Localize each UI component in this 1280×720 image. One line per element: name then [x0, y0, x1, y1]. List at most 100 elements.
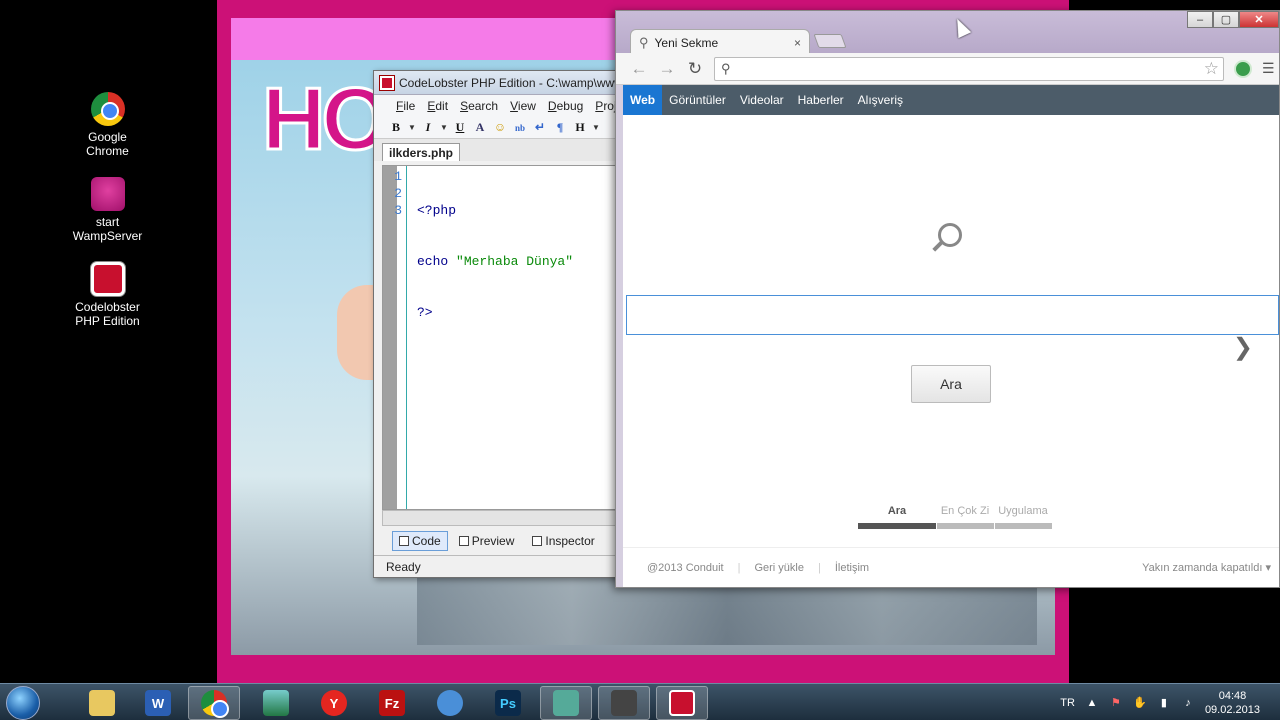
- maximize-button[interactable]: ▢: [1213, 11, 1239, 28]
- bold-icon[interactable]: B: [388, 120, 404, 136]
- search-category-news[interactable]: Haberler: [791, 85, 851, 115]
- paragraph-icon[interactable]: ¶: [552, 120, 568, 136]
- italic-icon[interactable]: I: [420, 120, 436, 136]
- back-arrow-icon[interactable]: ←: [630, 59, 648, 79]
- file-tab-ilkders[interactable]: ilkders.php: [382, 143, 461, 161]
- close-button[interactable]: ✕: [1239, 11, 1279, 28]
- line-number: 2: [394, 186, 402, 201]
- magnifier-icon: [938, 223, 962, 247]
- emoticon-icon[interactable]: ☺: [492, 120, 508, 136]
- taskbar-app-word[interactable]: W: [132, 686, 184, 720]
- menu-file[interactable]: File: [396, 99, 415, 113]
- view-tabs: Code Preview Inspector: [382, 530, 624, 552]
- device-icon[interactable]: ✋: [1133, 696, 1147, 710]
- tab-yeni-sekme[interactable]: ⚲ Yeni Sekme ×: [630, 29, 810, 55]
- next-arrow-icon[interactable]: ❯: [1233, 333, 1253, 362]
- language-indicator[interactable]: TR: [1060, 697, 1075, 709]
- taskbar-app-image-viewer[interactable]: [250, 686, 302, 720]
- code-editor[interactable]: 1 2 3 <?php echo "Merhaba Dünya" ?>: [382, 165, 624, 510]
- photoshop-icon: Ps: [495, 690, 521, 716]
- system-tray: TR ▲ ⚑ ✋ ▮ ♪ 04:48 09.02.2013: [1060, 684, 1280, 720]
- minimize-button[interactable]: ‒: [1187, 11, 1213, 28]
- nonbreaking-space-icon[interactable]: nb: [512, 120, 528, 136]
- menu-edit[interactable]: Edit: [427, 99, 448, 113]
- taskbar-app-codelobster[interactable]: [656, 686, 708, 720]
- filezilla-icon: Fz: [379, 690, 405, 716]
- tab-inspector[interactable]: Inspector: [525, 531, 601, 551]
- close-tab-icon[interactable]: ×: [794, 36, 801, 50]
- inspector-icon: [532, 536, 543, 546]
- desktop-icon-codelobster[interactable]: Codelobster PHP Edition: [70, 262, 145, 328]
- taskbar: W Y Fz Ps TR ▲ ⚑ ✋ ▮ ♪ 04:48 09.02.2013: [0, 683, 1280, 720]
- search-category-shopping[interactable]: Alışveriş: [851, 85, 910, 115]
- chrome-icon: [90, 92, 125, 126]
- reload-icon[interactable]: ↻: [686, 59, 704, 79]
- search-category-videos[interactable]: Videolar: [733, 85, 791, 115]
- navigation-bar: ← → ↻ ⚲ ☆ ☰: [616, 53, 1279, 85]
- taskbar-app-wamp[interactable]: [598, 686, 650, 720]
- contact-link[interactable]: İletişim: [835, 562, 869, 574]
- start-button[interactable]: [6, 686, 40, 720]
- extension-icon[interactable]: [1234, 59, 1252, 78]
- page-tab-indicator: [995, 523, 1052, 529]
- chevron-up-icon[interactable]: ▲: [1085, 696, 1099, 710]
- volume-icon[interactable]: ♪: [1181, 696, 1195, 710]
- tab-preview[interactable]: Preview: [452, 531, 522, 551]
- desktop-icon-label: WampServer: [72, 229, 143, 243]
- taskbar-app-photoshop[interactable]: Ps: [482, 686, 534, 720]
- search-category-images[interactable]: Görüntüler: [662, 85, 733, 115]
- menu-search[interactable]: Search: [460, 99, 498, 113]
- font-color-icon[interactable]: A: [472, 120, 488, 136]
- taskbar-app-explorer[interactable]: [76, 686, 128, 720]
- chevron-down-icon[interactable]: ▼: [408, 123, 416, 132]
- taskbar-app-audio[interactable]: [424, 686, 476, 720]
- page-tab-most-visited[interactable]: En Çok Zi: [936, 505, 994, 517]
- menu-bar: File Edit Search View Debug Proj: [374, 95, 624, 117]
- new-tab-button[interactable]: [813, 34, 847, 48]
- search-button[interactable]: Ara: [911, 365, 991, 403]
- heading-icon[interactable]: H: [572, 120, 588, 136]
- yandex-icon: Y: [321, 690, 347, 716]
- chrome-menu-icon[interactable]: ☰: [1262, 60, 1275, 77]
- search-category-web[interactable]: Web: [623, 85, 663, 115]
- tab-code[interactable]: Code: [392, 531, 448, 551]
- bookmark-star-icon[interactable]: ☆: [1204, 59, 1219, 79]
- recently-closed-dropdown[interactable]: Yakın zamanda kapatıldı ▾: [1142, 561, 1271, 574]
- clock[interactable]: 04:48 09.02.2013: [1205, 689, 1260, 717]
- page-tab-indicator: [936, 523, 995, 529]
- restore-link[interactable]: Geri yükle: [754, 562, 804, 574]
- desktop-icon-wampserver[interactable]: start WampServer: [70, 177, 145, 243]
- menu-project[interactable]: Proj: [595, 99, 616, 113]
- taskbar-app-chrome[interactable]: [188, 686, 240, 720]
- title-bar[interactable]: CodeLobster PHP Edition - C:\wamp\www\: [374, 71, 624, 95]
- line-break-icon[interactable]: ↵: [532, 120, 548, 136]
- chevron-down-icon[interactable]: ▼: [440, 123, 448, 132]
- action-center-icon[interactable]: ⚑: [1109, 696, 1123, 710]
- page-footer: @2013 Conduit | Geri yükle | İletişim Ya…: [623, 547, 1279, 587]
- taskbar-app-filezilla[interactable]: Fz: [366, 686, 418, 720]
- code-string: "Merhaba Dünya": [456, 254, 574, 269]
- desktop-icon-chrome[interactable]: Google Chrome: [70, 92, 145, 158]
- network-signal-icon[interactable]: ▮: [1157, 696, 1171, 710]
- chevron-down-icon[interactable]: ▼: [592, 123, 600, 132]
- taskbar-app-messenger[interactable]: [540, 686, 592, 720]
- folder-icon: [89, 690, 115, 716]
- clock-date: 09.02.2013: [1204, 703, 1260, 716]
- desktop-icon-label: Chrome: [86, 144, 129, 158]
- horizontal-scrollbar[interactable]: [382, 510, 624, 526]
- code-view-icon: [399, 536, 409, 546]
- underline-icon[interactable]: U: [452, 120, 468, 136]
- desktop-icon-label: Google: [88, 130, 127, 144]
- menu-debug[interactable]: Debug: [548, 99, 583, 113]
- page-tab-apps[interactable]: Uygulama: [994, 505, 1052, 517]
- forward-arrow-icon[interactable]: →: [658, 59, 676, 79]
- search-input[interactable]: [626, 295, 1279, 335]
- code-text: <?php echo "Merhaba Dünya" ?>: [417, 168, 573, 355]
- taskbar-app-yandex[interactable]: Y: [308, 686, 360, 720]
- address-bar[interactable]: ⚲ ☆: [714, 56, 1224, 81]
- preview-icon: [458, 536, 469, 546]
- search-icon: ⚲: [721, 60, 731, 76]
- menu-view[interactable]: View: [510, 99, 536, 113]
- page-tab-search[interactable]: Ara: [858, 505, 936, 517]
- status-bar: Ready: [374, 555, 624, 577]
